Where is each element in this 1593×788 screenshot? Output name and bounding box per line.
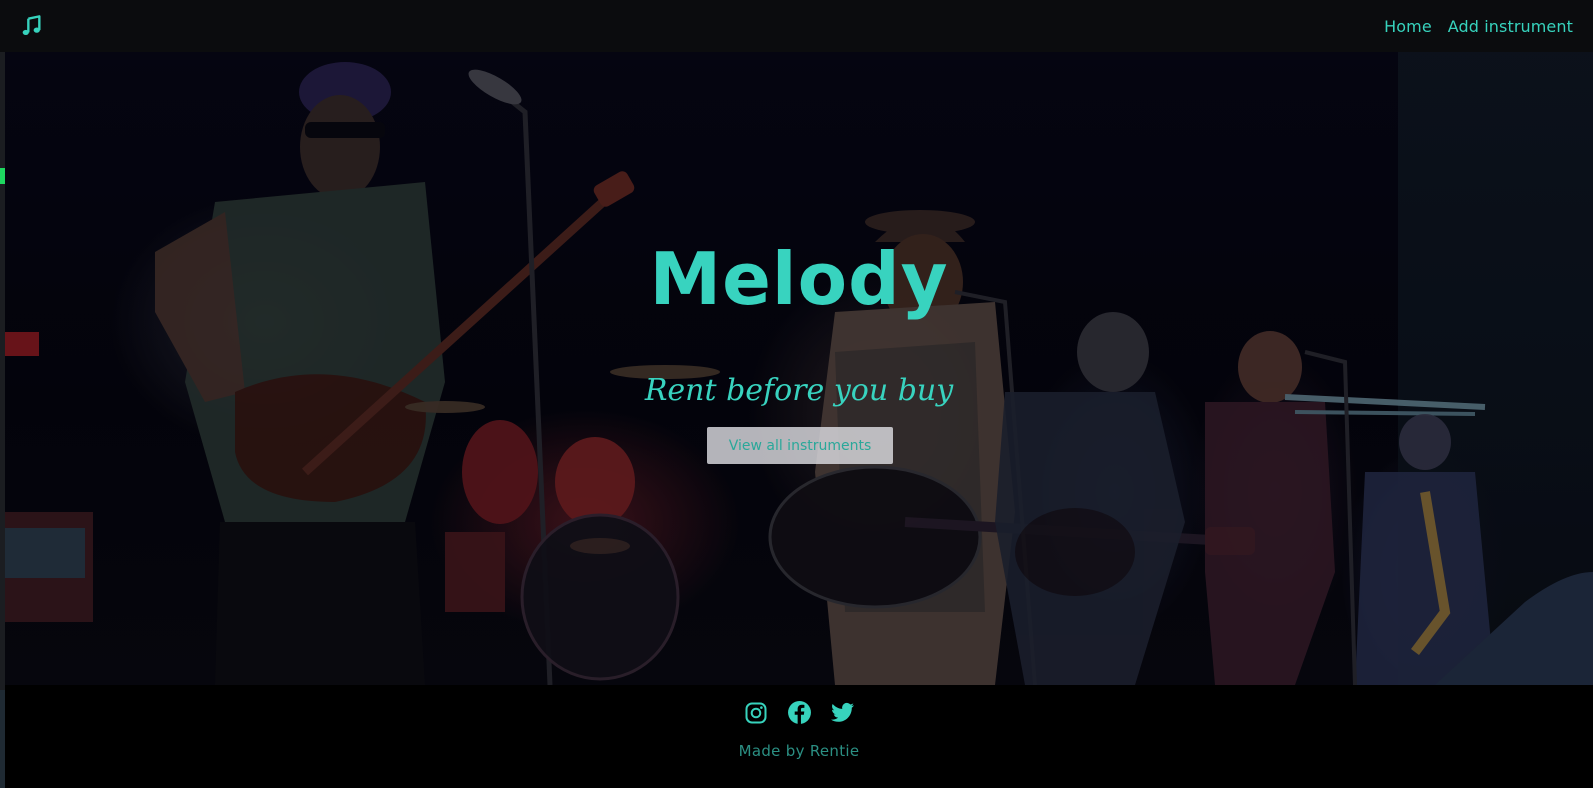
music-note-icon: [22, 15, 41, 35]
instagram-link[interactable]: [744, 700, 769, 725]
brand-logo[interactable]: [20, 14, 44, 38]
facebook-icon: [787, 701, 811, 724]
left-edge-panel: [0, 690, 5, 788]
nav-links: Home Add instrument: [1384, 17, 1573, 36]
instagram-icon: [745, 702, 767, 723]
hero-section: Melody Rent before you buy View all inst…: [5, 52, 1593, 685]
left-edge-indicator: [0, 168, 5, 184]
hero-tagline: Rent before you buy: [644, 373, 954, 408]
navbar: Home Add instrument: [0, 0, 1593, 52]
hero-title: Melody: [649, 237, 949, 321]
hero-content: Melody Rent before you buy View all inst…: [5, 52, 1593, 685]
left-edge-strip: [0, 52, 5, 788]
footer-credit: Made by Rentie: [738, 742, 860, 760]
social-links: [5, 700, 1593, 725]
view-all-instruments-button[interactable]: View all instruments: [707, 427, 893, 464]
footer: Made by Rentie: [5, 685, 1593, 788]
twitter-icon: [830, 702, 854, 722]
nav-add-instrument-link[interactable]: Add instrument: [1448, 17, 1573, 36]
nav-home-link[interactable]: Home: [1384, 17, 1432, 36]
app-window: Home Add instrument Melody Rent before y…: [0, 0, 1593, 788]
facebook-link[interactable]: [787, 700, 812, 725]
twitter-link[interactable]: [830, 700, 855, 725]
